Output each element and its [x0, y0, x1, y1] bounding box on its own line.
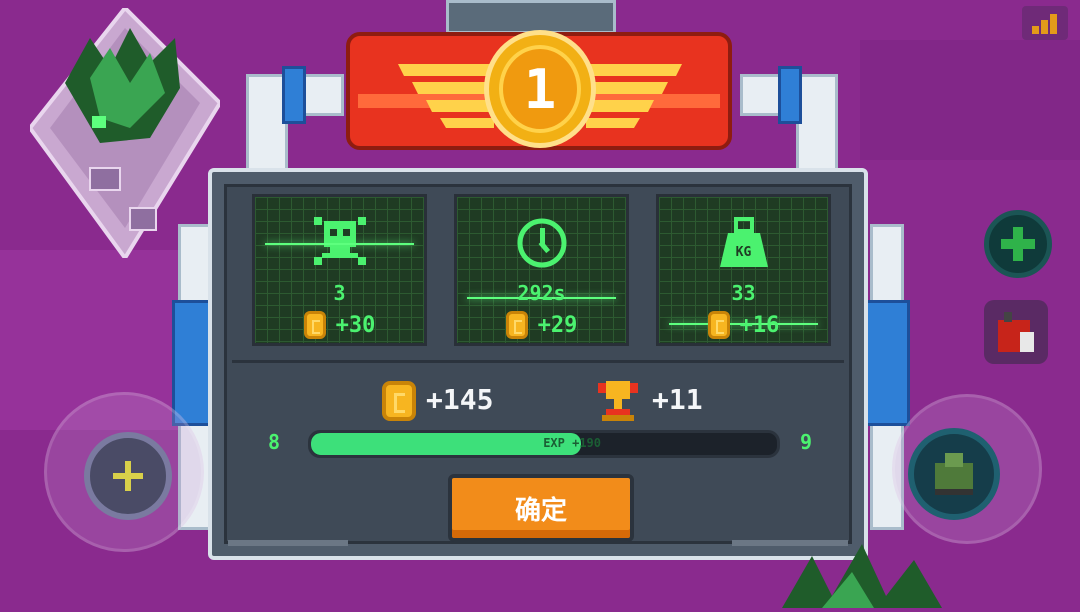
time-value: 292s	[517, 281, 566, 305]
bomb-item-button[interactable]	[984, 300, 1048, 364]
clock-icon	[514, 215, 570, 275]
kills-reward-text: +30	[335, 312, 376, 338]
trophy-icon	[598, 379, 638, 427]
time-reward: +29	[457, 311, 626, 339]
cross-icon	[1001, 227, 1035, 261]
results-panel: 3 +30 292s +29 KG 33 +16 +145 +11 8 EXP …	[208, 168, 868, 560]
exp-label: EXP +190	[543, 436, 601, 450]
scanline	[265, 243, 414, 245]
pipe-clamp	[282, 66, 306, 124]
heal-button[interactable]	[984, 210, 1052, 278]
rank-number: 1	[499, 45, 581, 133]
kills-value: 3	[333, 281, 346, 305]
divider	[232, 360, 844, 363]
weight-card: KG 33 +16	[656, 194, 831, 346]
current-level: 8	[268, 430, 281, 454]
confirm-button[interactable]: 确定	[448, 474, 634, 542]
minimap[interactable]	[27, 4, 223, 262]
weight-value: 33	[731, 281, 756, 305]
kills-reward: +30	[255, 311, 424, 339]
plus-icon	[113, 461, 143, 491]
rank-medal: 1	[484, 30, 596, 148]
top-crate	[446, 0, 616, 34]
coin-icon	[505, 311, 528, 339]
terrain-patch	[860, 40, 1080, 160]
pipe-right-vertical	[796, 74, 838, 176]
weight-icon: KG	[716, 215, 772, 275]
rank-banner: 1	[346, 30, 732, 150]
tank-icon	[935, 453, 973, 495]
coin-icon	[303, 311, 326, 339]
panel-decoration	[228, 540, 348, 546]
tank-fire-button[interactable]	[908, 428, 1000, 520]
weight-reward: +16	[659, 311, 828, 339]
totals-row: +145 +11	[212, 377, 864, 421]
signal-icon[interactable]	[1022, 6, 1068, 40]
gold-coin-icon	[382, 381, 416, 421]
exp-progress-bar: EXP +190	[308, 430, 780, 458]
next-level: 9	[800, 430, 813, 454]
trophy-total: +11	[652, 383, 703, 416]
kills-card: 3 +30	[252, 194, 427, 346]
pipe-right-side-blue	[864, 300, 910, 426]
weight-icon-label: KG	[735, 245, 752, 260]
gold-total: +145	[426, 383, 494, 416]
bomb-icon	[998, 312, 1034, 352]
time-reward-text: +29	[537, 312, 578, 338]
pipe-clamp	[778, 66, 802, 124]
grass-decoration	[782, 536, 942, 608]
weight-reward-text: +16	[739, 312, 780, 338]
add-button[interactable]	[84, 432, 172, 520]
time-card: 292s +29	[454, 194, 629, 346]
coin-icon	[707, 311, 730, 339]
